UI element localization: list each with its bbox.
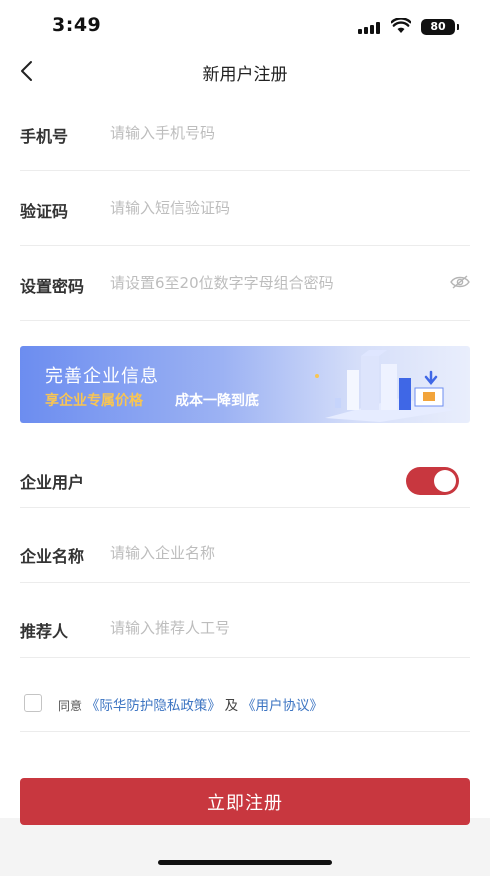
referrer-row: 推荐人	[20, 583, 470, 658]
company-name-input[interactable]	[110, 540, 440, 566]
enterprise-promo-banner[interactable]: 完善企业信息 享企业专属价格 成本一降到底	[20, 346, 470, 423]
privacy-policy-link[interactable]: 《际华防护隐私政策》	[86, 698, 221, 714]
company-name-row: 企业名称	[20, 508, 470, 583]
eye-icon[interactable]	[450, 274, 470, 290]
password-label: 设置密码	[20, 277, 85, 296]
status-bar: 3:49 80	[0, 0, 490, 46]
agreement-conjunction: 及	[224, 698, 239, 714]
register-button[interactable]: 立即注册	[20, 778, 470, 825]
enterprise-user-row: 企业用户	[20, 433, 470, 508]
banner-title: 完善企业信息	[45, 366, 159, 387]
status-time: 3:49	[52, 14, 102, 36]
password-input[interactable]	[110, 270, 440, 296]
referrer-input[interactable]	[110, 615, 440, 641]
wifi-icon	[391, 18, 411, 33]
banner-subtitle: 成本一降到底	[175, 393, 259, 409]
cellular-signal-icon	[358, 22, 380, 34]
agreement-checkbox[interactable]	[24, 694, 42, 712]
user-agreement-link[interactable]: 《用户协议》	[242, 698, 323, 714]
page-title: 新用户注册	[202, 65, 288, 85]
battery-icon: 80	[421, 19, 459, 35]
password-row: 设置密码	[20, 246, 470, 321]
enterprise-user-toggle[interactable]	[406, 467, 459, 495]
phone-row: 手机号	[20, 96, 470, 171]
code-input[interactable]	[110, 195, 440, 221]
footer-area	[0, 818, 490, 876]
agreement-prefix: 同意	[58, 699, 83, 713]
home-indicator[interactable]	[158, 860, 332, 865]
nav-bar: 新用户注册	[0, 48, 490, 94]
toggle-knob	[434, 470, 456, 492]
code-row: 验证码	[20, 171, 470, 246]
enterprise-user-label: 企业用户	[20, 473, 85, 492]
agreement-row: 同意 《际华防护隐私政策》 及 《用户协议》	[20, 672, 470, 732]
building-illustration-icon	[315, 350, 455, 422]
referrer-label: 推荐人	[20, 622, 69, 641]
phone-input[interactable]	[110, 120, 440, 146]
agreement-text: 同意 《际华防护隐私政策》 及 《用户协议》	[58, 694, 323, 714]
banner-highlight: 享企业专属价格	[45, 393, 143, 409]
phone-label: 手机号	[20, 127, 69, 146]
company-name-label: 企业名称	[20, 547, 85, 566]
code-label: 验证码	[20, 202, 69, 221]
